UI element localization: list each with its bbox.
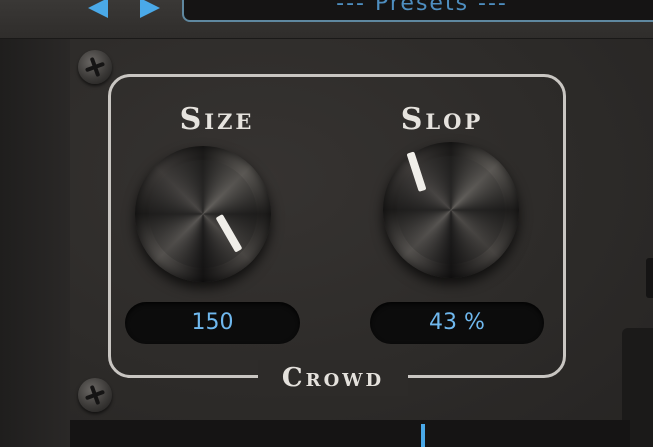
- screw-icon: [78, 378, 112, 412]
- left-side-panel: [0, 0, 70, 447]
- screw-icon: [78, 50, 112, 84]
- preset-label: --- Presets ---: [336, 0, 508, 16]
- size-value-field[interactable]: 150: [125, 302, 300, 344]
- slop-knob-indicator: [406, 151, 427, 192]
- slop-knob[interactable]: [383, 142, 519, 278]
- size-knob-indicator: [215, 214, 243, 253]
- size-knob[interactable]: [135, 146, 271, 282]
- plugin-panel: --- Presets --- Crowd Size 150 Slop 43 %: [0, 0, 653, 447]
- previous-preset-icon[interactable]: [88, 0, 108, 18]
- size-knob-label: Size: [179, 102, 255, 137]
- slop-value-field[interactable]: 43 %: [370, 302, 544, 344]
- bottom-bar: [70, 420, 630, 447]
- slop-knob-label: Slop: [400, 102, 484, 137]
- side-tab[interactable]: [646, 258, 653, 298]
- preset-toolbar: --- Presets ---: [0, 0, 653, 39]
- position-marker: [421, 424, 425, 447]
- group-label: Crowd: [258, 360, 408, 396]
- next-preset-icon[interactable]: [140, 0, 160, 18]
- preset-selector[interactable]: --- Presets ---: [182, 0, 653, 22]
